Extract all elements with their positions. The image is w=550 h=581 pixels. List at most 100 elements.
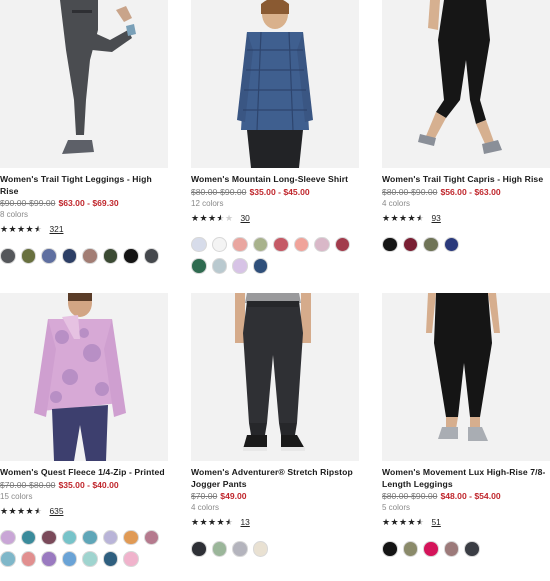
color-swatch[interactable] <box>41 248 57 264</box>
product-name[interactable]: Women's Trail Tight Leggings - High Rise <box>0 174 168 197</box>
star-icon: ★ <box>399 517 408 527</box>
color-swatch[interactable] <box>123 529 139 545</box>
color-swatch[interactable] <box>20 551 36 567</box>
color-swatch[interactable] <box>82 529 98 545</box>
product-image[interactable] <box>191 0 359 168</box>
color-swatch[interactable] <box>402 541 418 557</box>
color-swatch[interactable] <box>123 248 139 264</box>
product-image[interactable] <box>0 293 168 461</box>
original-price: $80.00-$90.00 <box>191 186 247 197</box>
color-swatch[interactable] <box>143 248 159 264</box>
color-swatch[interactable] <box>232 236 248 252</box>
color-swatches <box>0 529 160 567</box>
color-swatch[interactable] <box>102 529 118 545</box>
color-swatch[interactable] <box>252 258 268 274</box>
color-swatch[interactable] <box>293 236 309 252</box>
color-swatch[interactable] <box>61 248 77 264</box>
review-count-link[interactable]: 93 <box>432 213 441 223</box>
color-swatch[interactable] <box>191 541 207 557</box>
product-name[interactable]: Women's Trail Tight Capris - High Rise <box>382 174 550 186</box>
color-swatch[interactable] <box>20 529 36 545</box>
color-swatch[interactable] <box>61 529 77 545</box>
color-swatch[interactable] <box>273 236 289 252</box>
color-swatch[interactable] <box>102 551 118 567</box>
product-image[interactable] <box>191 293 359 461</box>
color-swatch[interactable] <box>334 236 350 252</box>
color-swatch[interactable] <box>191 258 207 274</box>
color-swatch[interactable] <box>0 248 16 264</box>
color-swatch[interactable] <box>82 551 98 567</box>
star-icon: ★ <box>416 212 425 223</box>
color-count: 4 colors <box>382 198 411 208</box>
star-icon: ★ <box>191 517 200 527</box>
product-card[interactable]: Women's Movement Lux High-Rise 7/8-Lengt… <box>382 293 550 557</box>
color-swatch[interactable] <box>41 529 57 545</box>
color-swatch[interactable] <box>423 541 439 557</box>
star-icon: ★ <box>399 212 408 223</box>
review-count-link[interactable]: 635 <box>50 506 64 516</box>
product-image[interactable] <box>382 293 550 461</box>
review-count-link[interactable]: 321 <box>50 224 64 234</box>
product-price: $70.00-$80.00 $35.00 - $40.00 <box>0 480 168 491</box>
star-icon: ★ <box>407 212 416 223</box>
product-rating: ★ ★ ★ ★ ★ 321 <box>0 224 168 234</box>
star-icon: ★ <box>0 505 9 516</box>
review-count-link[interactable]: 51 <box>432 517 441 527</box>
color-swatch[interactable] <box>232 258 248 274</box>
product-image[interactable] <box>0 0 168 168</box>
color-swatch[interactable] <box>402 236 418 252</box>
product-name[interactable]: Women's Mountain Long-Sleeve Shirt <box>191 174 359 186</box>
star-icon: ★ <box>25 505 34 516</box>
original-price: $70.00 <box>191 491 218 501</box>
star-icon: ★ <box>407 517 416 527</box>
color-swatch[interactable] <box>20 248 36 264</box>
color-swatch[interactable] <box>123 551 139 567</box>
product-rating: ★ ★ ★ ★ ★ 635 <box>0 506 168 516</box>
color-swatch[interactable] <box>0 551 16 567</box>
product-name[interactable]: Women's Movement Lux High-Rise 7/8-Lengt… <box>382 467 550 490</box>
product-image[interactable] <box>382 0 550 168</box>
product-card[interactable]: Women's Mountain Long-Sleeve Shirt $80.0… <box>191 0 359 274</box>
color-swatch[interactable] <box>82 248 98 264</box>
sale-price: $35.00 - $45.00 <box>249 186 310 197</box>
color-swatch[interactable] <box>443 541 459 557</box>
color-swatch[interactable] <box>382 236 398 252</box>
color-swatch[interactable] <box>211 541 227 557</box>
color-count: 12 colors <box>191 198 224 208</box>
star-icon: ★ <box>191 212 200 223</box>
product-name[interactable]: Women's Adventurer® Stretch Ripstop Jogg… <box>191 467 359 490</box>
color-swatch[interactable] <box>191 236 207 252</box>
color-swatch[interactable] <box>232 541 248 557</box>
color-swatch[interactable] <box>382 541 398 557</box>
color-swatch[interactable] <box>211 258 227 274</box>
color-swatch[interactable] <box>252 236 268 252</box>
color-swatch[interactable] <box>61 551 77 567</box>
product-name[interactable]: Women's Quest Fleece 1/4-Zip - Printed <box>0 467 168 479</box>
review-count-link[interactable]: 13 <box>241 517 250 527</box>
color-swatch[interactable] <box>102 248 118 264</box>
color-swatch[interactable] <box>0 529 16 545</box>
product-card[interactable]: Women's Trail Tight Capris - High Rise $… <box>382 0 550 252</box>
color-swatch[interactable] <box>143 529 159 545</box>
color-swatch[interactable] <box>252 541 268 557</box>
star-icon: ★ <box>8 224 17 234</box>
product-price: $70.00 $49.00 <box>191 491 359 502</box>
color-swatch[interactable] <box>41 551 57 567</box>
product-price: $80.00-$90.00 $48.00 - $54.00 <box>382 491 550 502</box>
review-count-link[interactable]: 30 <box>241 213 250 223</box>
star-icon: ★ <box>25 224 34 234</box>
product-card[interactable]: Women's Adventurer® Stretch Ripstop Jogg… <box>191 293 359 557</box>
star-icon: ★ <box>0 224 9 234</box>
color-swatch[interactable] <box>211 236 227 252</box>
color-swatch[interactable] <box>423 236 439 252</box>
color-swatch[interactable] <box>443 236 459 252</box>
product-grid: Women's Trail Tight Leggings - High Rise… <box>0 0 550 581</box>
sale-price: $63.00 - $69.30 <box>58 198 119 208</box>
product-card[interactable]: Women's Quest Fleece 1/4-Zip - Printed $… <box>0 293 168 567</box>
sale-price: $35.00 - $40.00 <box>58 479 119 490</box>
product-rating: ★ ★ ★ ★ ★ 30 <box>191 213 359 223</box>
product-card[interactable]: Women's Trail Tight Leggings - High Rise… <box>0 0 168 264</box>
color-swatch[interactable] <box>464 541 480 557</box>
color-swatch[interactable] <box>314 236 330 252</box>
star-icon: ★ <box>382 212 391 223</box>
